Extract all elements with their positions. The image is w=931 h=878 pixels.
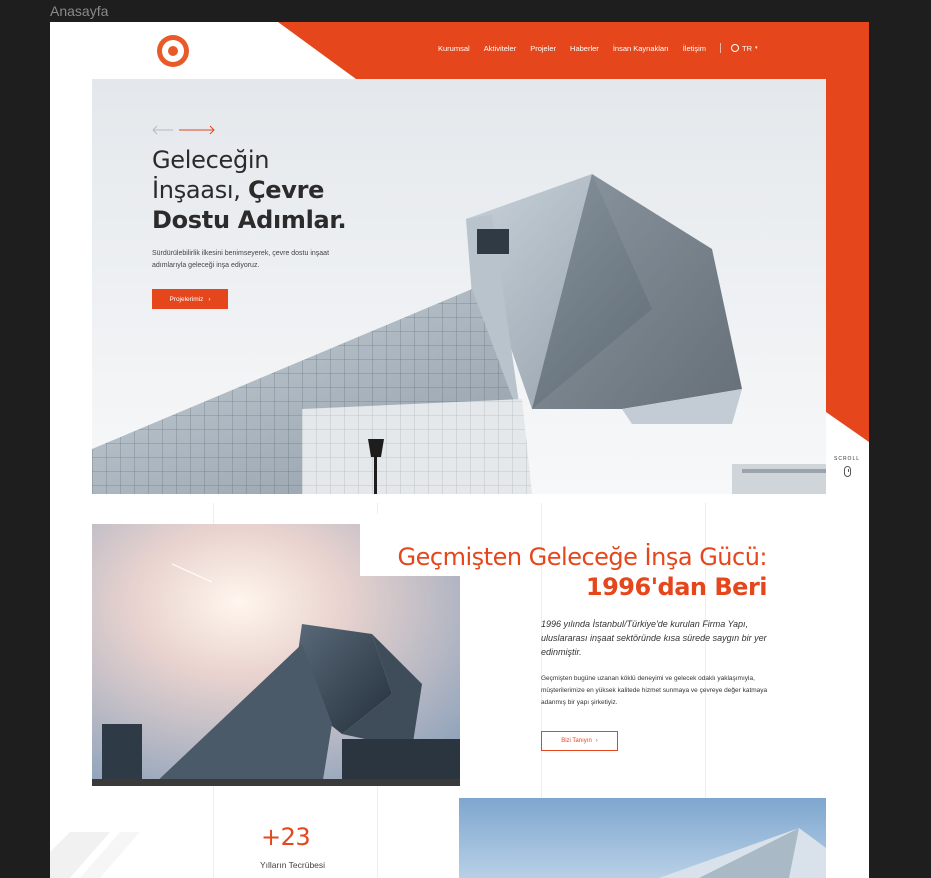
scroll-label: SCROLL: [834, 456, 861, 462]
mouse-icon: [844, 466, 851, 477]
nav-item-iletisim[interactable]: İletişim: [683, 44, 706, 53]
projects-button-label: Projelerimiz: [169, 295, 204, 303]
arrow-right-icon[interactable]: [179, 125, 215, 135]
about-paragraph-1: 1996 yılında İstanbul/Türkiye'de kurulan…: [541, 619, 767, 657]
arrow-left-icon[interactable]: [152, 125, 173, 135]
nav-item-haberler[interactable]: Haberler: [570, 44, 599, 53]
about-paragraph-2: Geçmişten bugüne uzanan köklü deneyimi v…: [541, 675, 768, 706]
nav-item-aktiviteler[interactable]: Aktiviteler: [484, 44, 517, 53]
stat-value: +23: [261, 823, 311, 851]
projects-button[interactable]: Projelerimiz ›: [152, 289, 228, 309]
hero-slider-arrows[interactable]: [151, 124, 221, 136]
about-title: Geçmişten Geleceğe İnşa Gücü: 1996'dan B…: [370, 542, 768, 602]
hero-subtitle: Sürdürülebilirlik ilkesini benimseyerek,…: [152, 250, 330, 269]
chevron-down-icon: ▾: [755, 45, 758, 51]
hero-title-line2a: İnşaası,: [152, 176, 248, 204]
main-nav: Kurumsal Aktiviteler Projeler Haberler İ…: [438, 43, 758, 53]
bottom-image: [459, 798, 826, 878]
language-selector[interactable]: TR ▾: [731, 44, 758, 53]
nav-item-kurumsal[interactable]: Kurumsal: [438, 44, 470, 53]
hero-title-line1: Geleceğin: [152, 146, 270, 174]
frame-title: Anasayfa: [50, 3, 109, 19]
about-title-line2: 1996'dan Beri: [585, 573, 768, 601]
logo[interactable]: [157, 35, 189, 67]
page: Kurumsal Aktiviteler Projeler Haberler İ…: [50, 22, 869, 878]
hero-title-line3: Dostu Adımlar.: [152, 206, 347, 234]
hero-building-illustration: [92, 79, 826, 494]
about-us-button-label: Bizi Tanıyın: [561, 738, 592, 744]
decorative-stripes: [50, 832, 140, 878]
hero-title: Geleceğin İnşaası, Çevre Dostu Adımlar.: [152, 145, 347, 235]
hero-image: Geleceğin İnşaası, Çevre Dostu Adımlar. …: [92, 79, 826, 494]
chevron-right-icon: ›: [595, 738, 598, 744]
chevron-right-icon: ›: [208, 295, 211, 303]
language-label: TR: [742, 43, 753, 53]
nav-divider: [720, 43, 722, 53]
bottom-building-illustration: [459, 798, 826, 878]
about-title-line1: Geçmişten Geleceğe İnşa Gücü:: [397, 543, 768, 571]
nav-item-insan-kaynaklari[interactable]: İnsan Kaynakları: [613, 44, 669, 53]
stat-label: Yılların Tecrübesi: [260, 860, 326, 870]
hero-title-line2b: Çevre: [247, 176, 325, 204]
globe-icon: [731, 44, 740, 52]
about-us-button[interactable]: Bizi Tanıyın ›: [541, 731, 618, 751]
nav-item-projeler[interactable]: Projeler: [530, 44, 556, 53]
